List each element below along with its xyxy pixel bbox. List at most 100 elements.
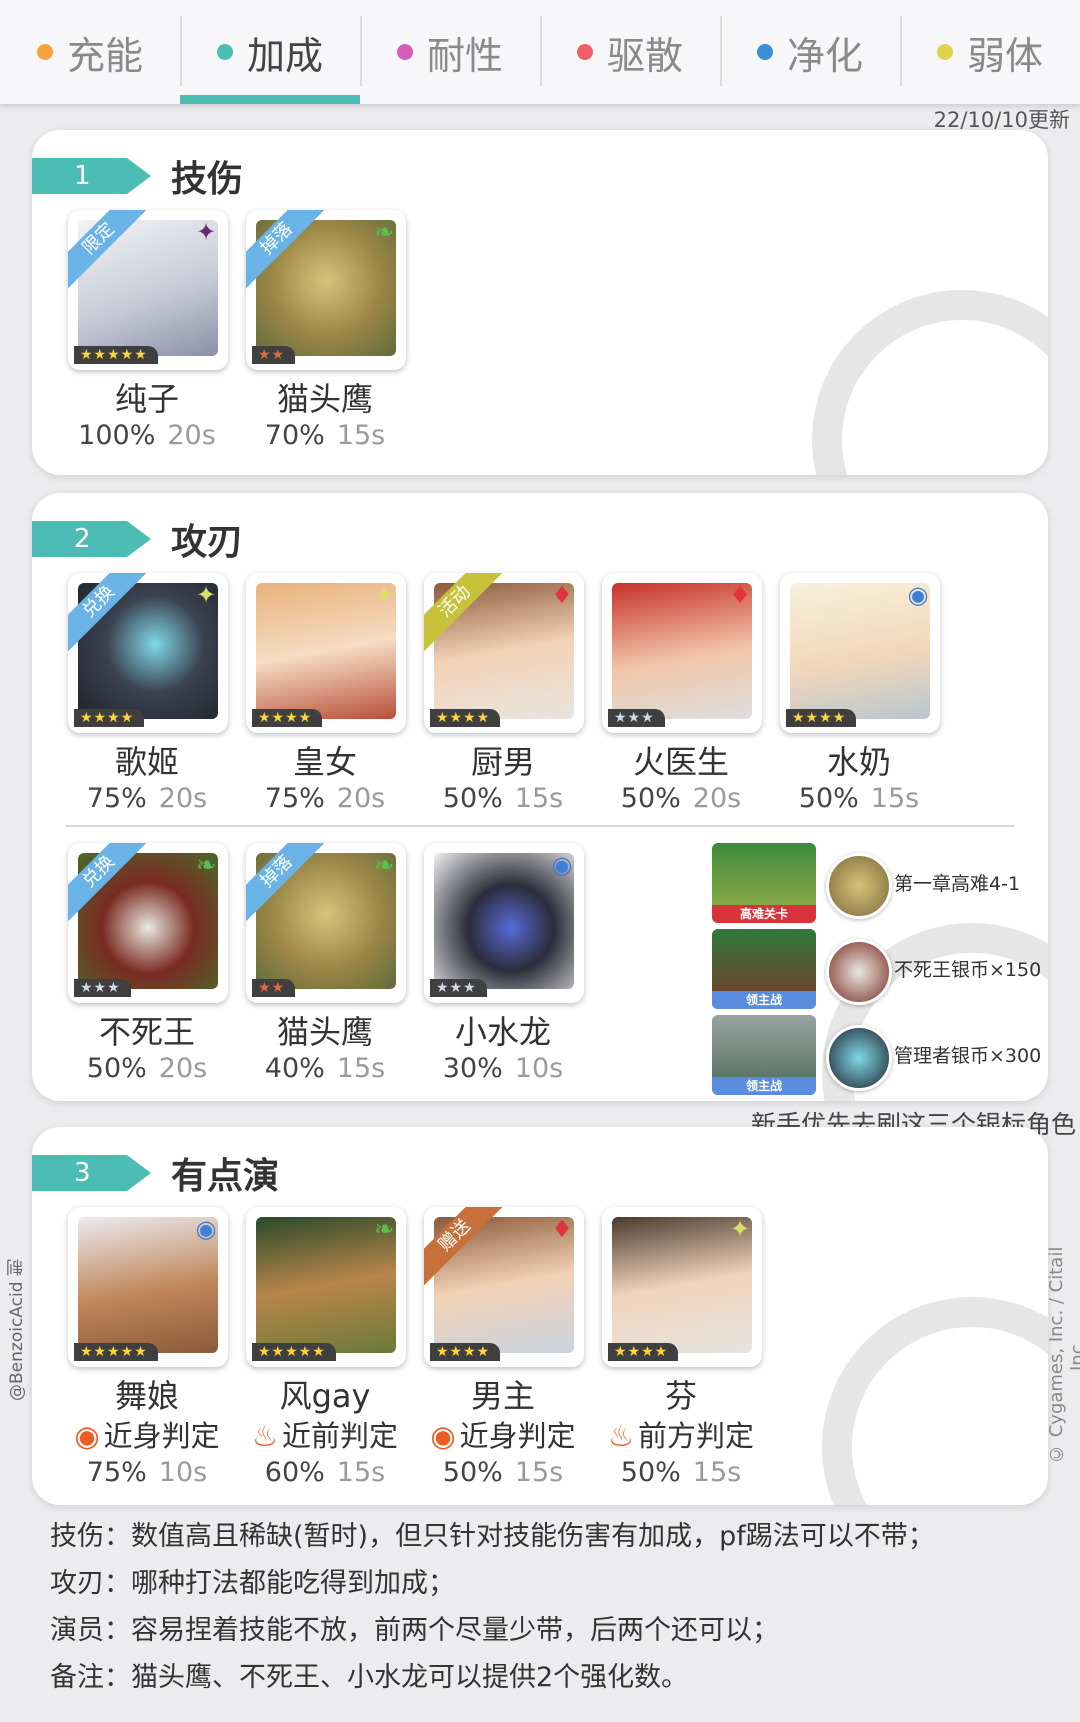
wind-icon: ❧ (373, 218, 395, 246)
character-portrait[interactable]: 限定 ✦ ★★★★★ (68, 210, 228, 370)
wind-icon: ❧ (195, 851, 217, 879)
character-portrait[interactable]: 兑换 ❧ ★★★ (68, 843, 228, 1003)
buff-percent: 75% (86, 1457, 147, 1488)
buff-percent: 50% (798, 783, 859, 814)
star-rating: ★★★ (74, 979, 131, 997)
tab-charge[interactable]: 充能 (0, 0, 180, 104)
tab-bar: 充能 加成 耐性 驱散 净化 弱体 (0, 0, 1080, 104)
star-rating: ★★ (252, 979, 296, 997)
tab-cleanse[interactable]: 净化 (720, 0, 900, 104)
drop-avatar (826, 1025, 892, 1091)
star-rating: ★★★★★ (74, 1343, 158, 1361)
tab-dot-icon (756, 44, 773, 60)
character-portrait[interactable]: 掉落 ❧ ★★ (246, 843, 406, 1003)
star-rating: ★★★ (430, 979, 487, 997)
fire-icon: ♦ (551, 1215, 573, 1243)
judge-text: 近前判定 (281, 1419, 398, 1453)
buff-percent: 50% (620, 783, 681, 814)
judge-text: 近身判定 (103, 1419, 220, 1453)
character-name: 小水龙 (454, 1013, 551, 1051)
duration: 15s (514, 1457, 564, 1488)
character-portrait[interactable]: ❧ ★★★★★ (246, 1207, 406, 1367)
buff-percent: 50% (620, 1457, 681, 1488)
note-label: 技伤 (50, 1521, 104, 1552)
character-portrait[interactable]: 活动 ♦ ★★★★ (424, 573, 584, 733)
character-stat: 30% 10s (388, 1053, 618, 1084)
section-number: 2 (32, 521, 151, 557)
character-name: 芬 (664, 1377, 697, 1415)
star-rating: ★★ (252, 346, 296, 364)
light-icon: ✦ (373, 581, 395, 609)
copyright-credit: © Cygames, Inc. / Citail Inc. (1046, 1246, 1080, 1464)
stage-thumbnail[interactable]: 领主战 (712, 929, 816, 1009)
melee-icon: ◉ (430, 1419, 456, 1453)
note-text: 容易捏着技能不放，前两个尽量少带，后两个还可以； (131, 1615, 779, 1646)
section-number: 1 (32, 158, 151, 194)
character-portrait[interactable]: ◉ ★★★★★ (68, 1207, 228, 1367)
flame-icon: ♨ (607, 1419, 634, 1453)
water-icon: ◉ (907, 581, 929, 609)
character-name: 猫头鹰 (276, 380, 373, 418)
note-text: 猫头鹰、不死王、小水龙可以提供2个强化数。 (131, 1662, 689, 1693)
tab-dot-icon (396, 44, 413, 60)
buff-percent: 75% (86, 783, 147, 814)
character-portrait[interactable]: 赠送 ♦ ★★★★ (424, 1207, 584, 1367)
judge-type: ♨ 前方判定 (566, 1413, 796, 1455)
tab-dispel[interactable]: 驱散 (540, 0, 720, 104)
judge-text: 前方判定 (637, 1419, 754, 1453)
tab-resist[interactable]: 耐性 (360, 0, 540, 104)
flame-icon: ♨ (251, 1419, 278, 1453)
tab-dot-icon (576, 44, 593, 60)
character-portrait[interactable]: ✦ ★★★★ (246, 573, 406, 733)
character-name: 水奶 (826, 743, 891, 781)
note-row: 攻刃：哪种打法都能吃得到加成； (50, 1568, 455, 1599)
drop-source-1: 高难关卡 第一章高难4-1 (712, 843, 1048, 923)
buff-percent: 50% (86, 1053, 147, 1084)
section-header: 1 技伤 (32, 148, 243, 204)
drop-source-2: 领主战 不死王银币×150 (712, 929, 1048, 1009)
stage-tag: 领主战 (712, 1077, 816, 1095)
tab-buff[interactable]: 加成 (180, 0, 360, 104)
buff-percent: 40% (264, 1053, 325, 1084)
tab-dot-icon (216, 44, 233, 60)
row-divider (66, 825, 1014, 827)
wind-icon: ❧ (373, 851, 395, 879)
drop-text: 不死王银币×150 (894, 959, 1042, 981)
buff-percent: 50% (442, 1457, 503, 1488)
duration: 15s (692, 1457, 742, 1488)
buff-percent: 50% (442, 783, 503, 814)
dark-icon: ✦ (195, 218, 217, 246)
wind-icon: ❧ (373, 1215, 395, 1243)
section-title: 攻刃 (171, 522, 244, 563)
drop-text: 管理者银币×300 (894, 1045, 1042, 1067)
stage-thumbnail[interactable]: 高难关卡 (712, 843, 816, 923)
tab-label: 耐性 (426, 33, 503, 78)
note-label: 攻刃 (50, 1568, 104, 1599)
buff-percent: 100% (78, 420, 156, 451)
character-portrait[interactable]: 兑换 ✦ ★★★★ (68, 573, 228, 733)
section-skill-damage: 1 技伤 限定 ✦ ★★★★★ 纯子 100% 20s 掉落 ❧ ★★ 猫头鹰 7… (32, 130, 1048, 475)
tab-dot-icon (936, 44, 953, 60)
duration: 20s (167, 420, 216, 451)
tab-debuff[interactable]: 弱体 (900, 0, 1080, 104)
star-rating: ★★★★ (74, 709, 145, 727)
water-icon: ◉ (551, 851, 573, 879)
drop-avatar (826, 939, 892, 1005)
star-rating: ★★★★ (430, 709, 501, 727)
duration: 15s (514, 783, 564, 814)
character-portrait[interactable]: 掉落 ❧ ★★ (246, 210, 406, 370)
tab-label: 弱体 (966, 33, 1043, 78)
character-portrait[interactable]: ◉ ★★★ (424, 843, 584, 1003)
light-icon: ✦ (195, 581, 217, 609)
stage-thumbnail[interactable]: 领主战 (712, 1015, 816, 1095)
duration: 15s (870, 783, 920, 814)
character-portrait[interactable]: ♦ ★★★ (602, 573, 762, 733)
note-label: 演员 (50, 1615, 104, 1646)
character-portrait[interactable]: ◉ ★★★★ (780, 573, 940, 733)
author-credit: @BenzoicAcid 制 (7, 1259, 27, 1401)
watermark-emblem (822, 1297, 1048, 1505)
character-stat: 50% 15s (744, 783, 974, 814)
character-portrait[interactable]: ✦ ★★★★ (602, 1207, 762, 1367)
duration: 20s (692, 783, 742, 814)
duration: 20s (158, 1053, 208, 1084)
